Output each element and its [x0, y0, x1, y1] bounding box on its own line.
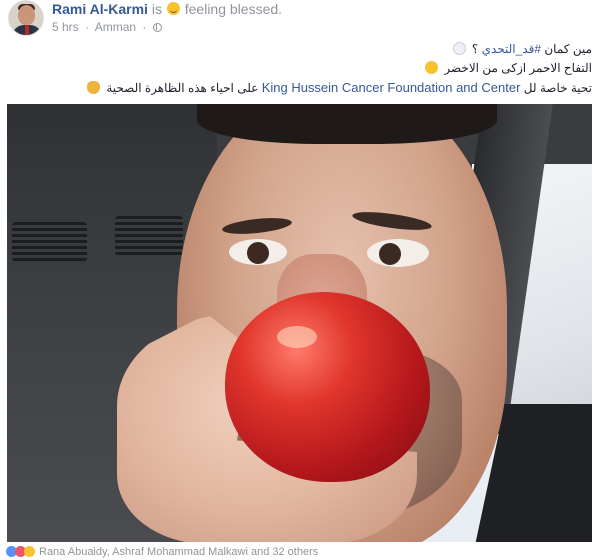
post-time-link[interactable]: 5 hrs — [52, 20, 79, 34]
car-vent — [12, 222, 87, 262]
feeling-text[interactable]: feeling blessed. — [185, 1, 282, 17]
winking-tongue-icon — [425, 61, 439, 74]
pupil-left — [247, 242, 269, 264]
pupil-right — [379, 243, 401, 265]
clapping-hands-icon — [87, 81, 101, 94]
avatar-head — [18, 5, 35, 25]
meta-separator: · — [85, 20, 90, 34]
caption-line-2: التفاح الاحمر ازكى من الاخضر — [7, 59, 592, 78]
reactions-bar[interactable]: Rana Abuaidy, Ashraf Mohammad Malkawi an… — [6, 546, 318, 560]
caption-line-1-end: ؟ — [471, 42, 479, 56]
post-caption: مين كمان #قد_التحدي ؟ التفاح الاحمر ازكى… — [7, 40, 592, 98]
meta-separator-2: · — [142, 20, 147, 34]
post-meta: 5 hrs · Amman · — [52, 20, 162, 34]
avatar-tie — [25, 25, 29, 35]
post-header: Rami Al-Karmi is feeling blessed. 5 hrs … — [8, 0, 593, 40]
caption-line-3-suffix: على احياء هذه الظاهرة الصحية — [106, 81, 259, 95]
haha-icon — [24, 546, 35, 557]
caption-line-1: مين كمان #قد_التحدي ؟ — [7, 40, 592, 59]
caption-line-3: تحية خاصة لل King Hussein Cancer Foundat… — [7, 78, 592, 98]
facebook-post: Rami Al-Karmi is feeling blessed. 5 hrs … — [0, 0, 601, 559]
is-text: is — [151, 1, 162, 17]
car-vent-2 — [115, 216, 183, 256]
hashtag-link[interactable]: #قد_التحدي — [482, 42, 541, 56]
khcc-page-link[interactable]: King Hussein Cancer Foundation and Cente… — [262, 80, 521, 95]
ghost-icon — [452, 42, 466, 55]
apple-highlight — [277, 326, 317, 348]
hair — [197, 104, 497, 144]
caption-line-2-text: التفاح الاحمر ازكى من الاخضر — [444, 61, 592, 75]
red-apple — [225, 292, 430, 482]
smiling-face-with-halo-icon — [166, 2, 180, 15]
reactions-text[interactable]: Rana Abuaidy, Ashraf Mohammad Malkawi an… — [39, 546, 318, 558]
author-name-link[interactable]: Rami Al-Karmi — [52, 1, 148, 17]
post-photo[interactable] — [7, 104, 592, 542]
globe-icon[interactable] — [152, 23, 162, 32]
location-link[interactable]: Amman — [95, 20, 136, 34]
caption-line-1-text: مين كمان — [544, 42, 592, 56]
author-avatar[interactable] — [8, 0, 44, 36]
caption-line-3-prefix: تحية خاصة لل — [523, 81, 592, 95]
author-line: Rami Al-Karmi is feeling blessed. — [52, 1, 282, 17]
